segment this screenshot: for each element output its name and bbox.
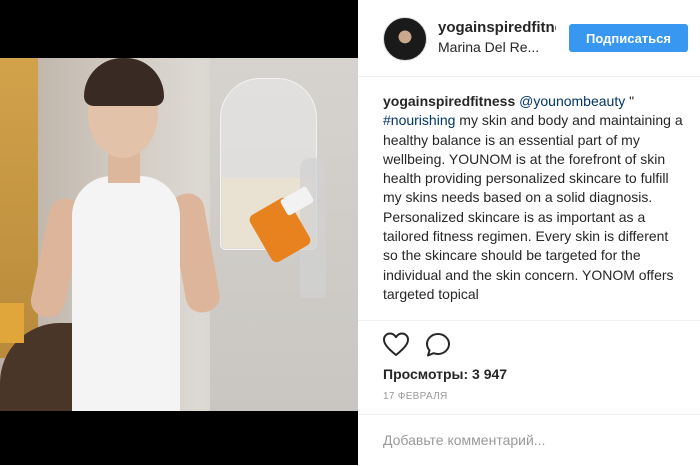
post-author-username[interactable]: yogainspiredfitness bbox=[438, 19, 556, 36]
post-location[interactable]: Marina Del Re... bbox=[438, 39, 556, 55]
post-video[interactable] bbox=[0, 58, 358, 411]
caption-quote: " bbox=[625, 93, 635, 109]
comment-bar bbox=[358, 414, 700, 466]
caption-mention-link[interactable]: @younombeauty bbox=[519, 93, 625, 109]
view-count[interactable]: Просмотры: 3 947 bbox=[383, 366, 507, 382]
post-actions bbox=[358, 320, 700, 371]
post-sidebar: yogainspiredfitness Marina Del Re... Под… bbox=[358, 0, 700, 465]
post-date[interactable]: 17 ФЕВРАЛЯ bbox=[383, 391, 448, 402]
orange-box bbox=[0, 303, 24, 343]
post-header: yogainspiredfitness Marina Del Re... Под… bbox=[358, 0, 700, 77]
person-tank-top bbox=[72, 176, 180, 411]
post-caption: yogainspiredfitness @younombeauty " #nou… bbox=[383, 92, 683, 318]
person-hair bbox=[84, 58, 164, 106]
instagram-post: yogainspiredfitness Marina Del Re... Под… bbox=[0, 0, 700, 465]
post-media[interactable] bbox=[0, 0, 358, 465]
heart-icon[interactable] bbox=[382, 331, 410, 359]
caption-text: my skin and body and maintaining a healt… bbox=[383, 112, 683, 302]
avatar[interactable] bbox=[383, 17, 427, 61]
comment-bubble-icon[interactable] bbox=[424, 331, 452, 359]
caption-hashtag-link[interactable]: #nourishing bbox=[383, 112, 455, 128]
follow-button[interactable]: Подписаться bbox=[569, 24, 688, 52]
caption-author[interactable]: yogainspiredfitness bbox=[383, 93, 515, 109]
comment-input[interactable] bbox=[383, 429, 673, 451]
